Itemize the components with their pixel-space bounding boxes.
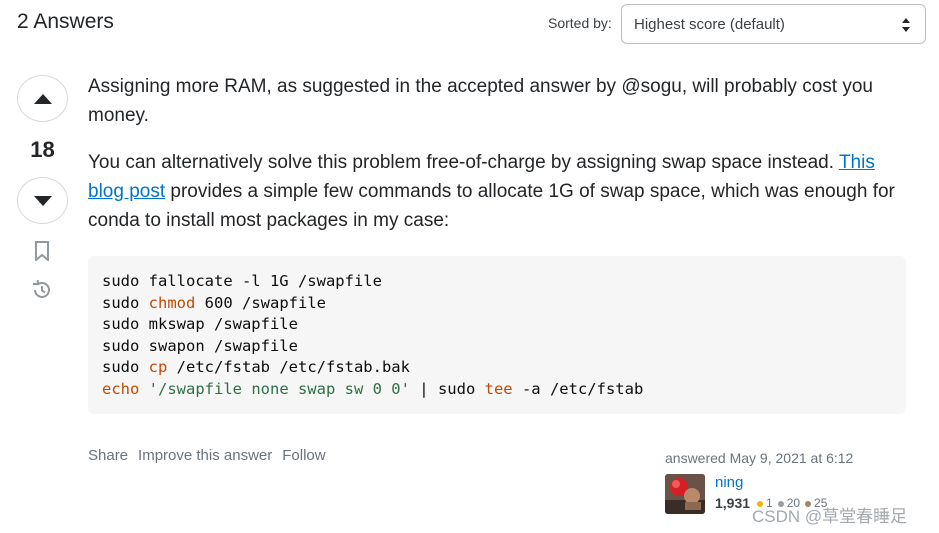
upvote-triangle-icon bbox=[33, 93, 52, 104]
avatar-image bbox=[665, 474, 705, 514]
code-string: '/swapfile none swap sw 0 0' bbox=[148, 379, 410, 398]
follow-link[interactable]: Follow bbox=[282, 447, 325, 464]
code-text: sudo mkswap /swapfile bbox=[102, 315, 298, 333]
post-paragraph-2-start: You can alternatively solve this problem… bbox=[88, 152, 839, 173]
code-line: sudo mkswap /swapfile bbox=[102, 314, 892, 336]
sort-label: Sorted by: bbox=[548, 15, 612, 31]
sort-arrows-icon bbox=[902, 18, 910, 32]
user-name-link[interactable]: ning bbox=[715, 474, 743, 491]
avatar[interactable] bbox=[665, 474, 705, 514]
improve-answer-link[interactable]: Improve this answer bbox=[138, 447, 272, 464]
answered-timestamp: answered May 9, 2021 at 6:12 bbox=[665, 450, 854, 466]
code-text: sudo bbox=[102, 293, 149, 312]
sort-select[interactable]: Highest score (default) bbox=[621, 4, 926, 44]
code-line: sudo fallocate -l 1G /swapfile bbox=[102, 271, 892, 293]
post-body: Assigning more RAM, as suggested in the … bbox=[88, 72, 908, 253]
code-text: | sudo bbox=[409, 379, 485, 398]
post-paragraph-2: You can alternatively solve this problem… bbox=[88, 148, 908, 235]
code-text: sudo swapon /swapfile bbox=[102, 336, 298, 355]
post-paragraph-2-end: provides a simple few commands to alloca… bbox=[88, 181, 895, 231]
code-line: sudo chmod 600 /swapfile bbox=[102, 293, 892, 315]
answers-title: 2 Answers bbox=[17, 10, 114, 33]
post-paragraph-1: Assigning more RAM, as suggested in the … bbox=[88, 76, 873, 126]
sort-select-value: Highest score (default) bbox=[634, 15, 785, 33]
code-text: sudo bbox=[102, 358, 149, 376]
code-keyword: tee bbox=[484, 379, 513, 398]
code-block: sudo fallocate -l 1G /swapfile sudo chmod… bbox=[88, 256, 906, 414]
vote-count: 18 bbox=[30, 137, 55, 162]
code-text: /etc/fstab /etc/fstab.bak bbox=[167, 358, 410, 376]
watermark: CSDN @草堂春睡足 bbox=[752, 507, 908, 526]
code-text: -a /etc/fstab bbox=[512, 379, 644, 398]
code-line: sudo cp /etc/fstab /etc/fstab.bak bbox=[102, 357, 892, 379]
post-menu: Share Improve this answer Follow bbox=[88, 447, 326, 464]
code-text: sudo fallocate -l 1G /swapfile bbox=[102, 272, 382, 290]
history-icon bbox=[33, 280, 50, 298]
code-line: sudo swapon /swapfile bbox=[102, 336, 892, 358]
share-link[interactable]: Share bbox=[88, 447, 128, 464]
downvote-triangle-icon bbox=[33, 195, 52, 206]
code-keyword: echo bbox=[102, 379, 140, 398]
downvote-button[interactable] bbox=[17, 177, 68, 224]
bookmark-icon bbox=[35, 241, 49, 261]
code-keyword: cp bbox=[148, 358, 168, 376]
code-text: 600 /swapfile bbox=[195, 293, 326, 312]
code-line: echo '/swapfile none swap sw 0 0' | sudo… bbox=[102, 379, 892, 401]
code-keyword: chmod bbox=[148, 293, 196, 312]
user-reputation: 1,931 bbox=[715, 495, 751, 511]
bookmark-button[interactable] bbox=[30, 239, 54, 263]
upvote-button[interactable] bbox=[17, 75, 68, 122]
history-button[interactable] bbox=[30, 278, 54, 302]
